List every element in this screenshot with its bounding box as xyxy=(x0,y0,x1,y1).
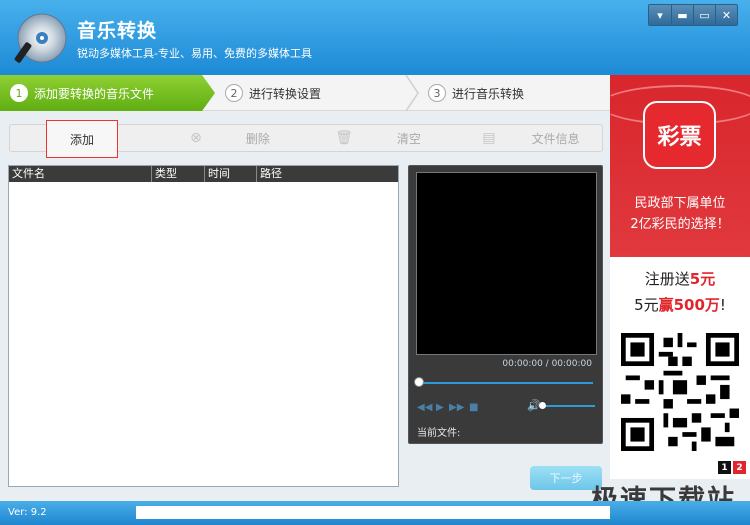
clear-button[interactable]: 🗑 清空 xyxy=(318,125,438,151)
file-list-header: 文件名 类型 时间 路径 xyxy=(9,166,398,182)
progress-bar xyxy=(136,506,610,519)
seek-handle[interactable] xyxy=(414,377,424,387)
minimize-button[interactable]: ▬ xyxy=(671,5,693,25)
step-1-number: 1 xyxy=(10,84,28,102)
volume-slider[interactable] xyxy=(543,405,595,407)
close-button[interactable]: ✕ xyxy=(715,5,737,25)
step-1[interactable]: 1 添加要转换的音乐文件 xyxy=(0,75,215,111)
file-info-label: 文件信息 xyxy=(532,130,580,147)
ad-page-2[interactable]: 2 xyxy=(733,461,746,474)
current-file-label: 当前文件: xyxy=(417,424,460,439)
fast-forward-icon[interactable]: ▶▶ xyxy=(449,402,464,413)
step-3-label: 进行音乐转换 xyxy=(452,85,524,102)
ad-line-2: 2亿彩民的选择！ xyxy=(610,213,750,232)
step-2[interactable]: 2 进行转换设置 xyxy=(225,75,321,111)
media-player: 00:00:00 / 00:00:00 ◀◀ ▶ ▶▶ ■ 🔊 当前文件: xyxy=(408,165,603,444)
app-title: 音乐转换 xyxy=(77,16,157,43)
file-list[interactable]: 文件名 类型 时间 路径 xyxy=(8,165,399,487)
step-2-number: 2 xyxy=(225,84,243,102)
step-2-label: 进行转换设置 xyxy=(249,85,321,102)
column-header-time[interactable]: 时间 xyxy=(205,166,257,182)
ad-line-1: 民政部下属单位 xyxy=(610,192,750,211)
version-label: Ver: 9.2 xyxy=(8,507,47,518)
ad-page-1[interactable]: 1 xyxy=(718,461,731,474)
clear-label: 清空 xyxy=(397,130,421,147)
delete-button[interactable]: ⊗ 删除 xyxy=(170,125,290,151)
app-subtitle: 锐动多媒体工具-专业、易用、免费的多媒体工具 xyxy=(77,45,312,61)
step-1-label: 添加要转换的音乐文件 xyxy=(34,85,154,102)
ad-panel[interactable]: 彩票 民政部下属单位 2亿彩民的选择！ 注册送5元 5元赢500万! 1 2 xyxy=(610,75,750,479)
disc-logo-icon xyxy=(12,12,68,66)
step-3[interactable]: 3 进行音乐转换 xyxy=(428,75,524,111)
menu-button[interactable]: ▾ xyxy=(649,5,671,25)
column-header-filename[interactable]: 文件名 xyxy=(9,166,152,182)
rewind-icon[interactable]: ◀◀ xyxy=(417,402,432,413)
title-bar: 音乐转换 锐动多媒体工具-专业、易用、免费的多媒体工具 ▾ ▬ ▭ ✕ xyxy=(0,0,750,75)
trash-icon: 🗑 xyxy=(335,130,353,146)
lottery-badge: 彩票 xyxy=(643,101,716,169)
window-controls: ▾ ▬ ▭ ✕ xyxy=(648,4,738,26)
column-header-type[interactable]: 类型 xyxy=(152,166,205,182)
qr-code-icon xyxy=(621,333,739,451)
delete-icon: ⊗ xyxy=(190,130,202,146)
toolbar: 添加 ⊗ 删除 🗑 清空 ▤ 文件信息 xyxy=(9,124,603,152)
timecode: 00:00:00 / 00:00:00 xyxy=(502,359,592,369)
seek-bar[interactable] xyxy=(417,382,593,384)
status-bar: Ver: 9.2 xyxy=(0,501,750,525)
maximize-button[interactable]: ▭ xyxy=(693,5,715,25)
volume-handle[interactable] xyxy=(539,402,546,409)
play-icon[interactable]: ▶ xyxy=(436,402,444,413)
step-3-number: 3 xyxy=(428,84,446,102)
step-wizard: 1 添加要转换的音乐文件 2 进行转换设置 3 进行音乐转换 xyxy=(0,75,610,111)
ad-promo-1: 注册送5元 xyxy=(610,268,750,289)
ad-pager: 1 2 xyxy=(718,461,746,474)
ad-promo-2: 5元赢500万! xyxy=(610,294,750,315)
ad-banner: 彩票 民政部下属单位 2亿彩民的选择！ xyxy=(610,75,750,257)
delete-label: 删除 xyxy=(246,130,270,147)
column-header-path[interactable]: 路径 xyxy=(257,166,398,182)
step-separator-icon xyxy=(404,75,420,111)
stop-icon[interactable]: ■ xyxy=(469,402,478,413)
add-button[interactable]: 添加 xyxy=(46,120,118,158)
video-screen xyxy=(416,172,597,355)
document-icon: ▤ xyxy=(482,130,495,146)
file-info-button[interactable]: ▤ 文件信息 xyxy=(466,125,596,151)
